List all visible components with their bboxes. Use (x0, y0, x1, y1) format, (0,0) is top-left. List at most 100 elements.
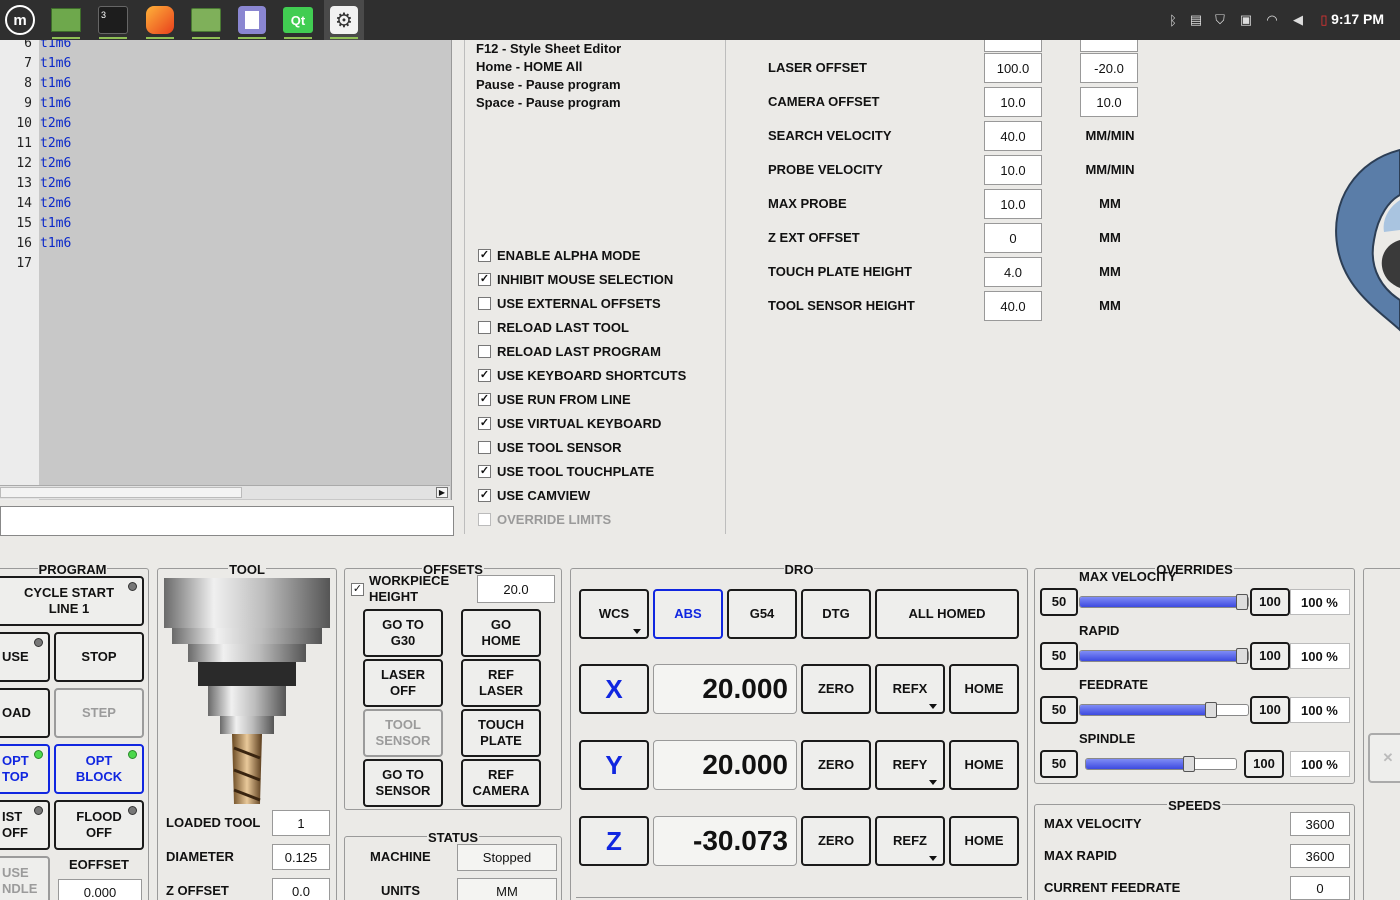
offset-setting-field[interactable]: 10.0 (984, 155, 1042, 185)
option-checkbox[interactable]: ✓ (478, 464, 491, 478)
taskbar-firefox[interactable] (140, 0, 180, 40)
override-slider[interactable] (1079, 594, 1249, 610)
ref-y-button[interactable]: REFY (875, 740, 945, 790)
offset-setting-field[interactable]: 10.0 (984, 189, 1042, 219)
loaded-tool-field[interactable]: 1 (272, 810, 330, 836)
ref-camera-button[interactable]: REF CAMERA (461, 759, 541, 807)
bluetooth-icon[interactable]: ᛒ (1164, 11, 1182, 29)
gcode-editor[interactable]: 6 t1m6 7 t1m6 8 t1m6 9 t1m6 10 t2m6 11 t2m6 12 t2m6 13… (0, 40, 452, 500)
update-icon[interactable]: ▣ (1237, 11, 1255, 29)
code-line[interactable]: t2m6 (40, 116, 71, 131)
option-checkbox[interactable]: ✓ (478, 416, 491, 430)
workpiece-height-field[interactable]: 20.0 (477, 575, 555, 603)
diameter-field[interactable]: 0.125 (272, 844, 330, 870)
offset-setting-field[interactable]: 0 (984, 223, 1042, 253)
cycle-start-button[interactable]: CYCLE START LINE 1 (0, 576, 144, 626)
code-line[interactable]: t2m6 (40, 136, 71, 151)
ref-laser-button[interactable]: REF LASER (461, 659, 541, 707)
shield-icon[interactable]: ⛉ (1211, 11, 1229, 29)
code-line[interactable]: t1m6 (40, 40, 71, 51)
override-slider-handle[interactable] (1204, 702, 1217, 718)
option-checkbox[interactable] (478, 320, 491, 334)
override-min-button[interactable]: 50 (1040, 588, 1078, 616)
wcs-button[interactable]: WCS (579, 589, 649, 639)
option-checkbox[interactable] (478, 512, 491, 526)
keyboard-toggle-button[interactable]: ✕ (1368, 733, 1400, 783)
taskbar-terminal[interactable]: 3 (93, 0, 133, 40)
code-line[interactable]: t1m6 (40, 216, 71, 231)
code-line[interactable]: t1m6 (40, 96, 71, 111)
offset-setting-field[interactable]: 10.0 (984, 87, 1042, 117)
mist-button[interactable]: IST OFF (0, 800, 50, 850)
option-checkbox[interactable]: ✓ (478, 368, 491, 382)
ref-z-button[interactable]: REFZ (875, 816, 945, 866)
override-max-button[interactable]: 100 (1250, 696, 1290, 724)
override-min-button[interactable]: 50 (1040, 750, 1078, 778)
scroll-right-arrow-icon[interactable]: ▶ (436, 487, 448, 498)
option-row[interactable]: USE EXTERNAL OFFSETS (478, 293, 661, 313)
offset-setting-field-2[interactable]: -20.0 (1080, 53, 1138, 83)
override-min-button[interactable]: 50 (1040, 642, 1078, 670)
option-row[interactable]: ✓ USE CAMVIEW (478, 485, 590, 505)
option-row[interactable]: RELOAD LAST PROGRAM (478, 341, 661, 361)
wifi-icon[interactable]: ◠ (1263, 11, 1281, 29)
zero-z-button[interactable]: ZERO (801, 816, 871, 866)
taskbar-desktop[interactable] (46, 0, 86, 40)
editor-horizontal-scrollbar[interactable]: ▶ (0, 485, 450, 499)
taskbar-qt[interactable]: Qt (278, 0, 318, 40)
home-x-button[interactable]: HOME (949, 664, 1019, 714)
option-row[interactable]: ✓ USE TOOL TOUCHPLATE (478, 461, 654, 481)
option-row[interactable]: RELOAD LAST TOOL (478, 317, 629, 337)
offset-field-partial[interactable] (1080, 40, 1138, 52)
option-checkbox[interactable]: ✓ (478, 488, 491, 502)
code-line[interactable]: t1m6 (40, 76, 71, 91)
override-min-button[interactable]: 50 (1040, 696, 1078, 724)
z-offset-field[interactable]: 0.0 (272, 878, 330, 900)
axis-y-button[interactable]: Y (579, 740, 649, 790)
option-checkbox[interactable] (478, 344, 491, 358)
home-y-button[interactable]: HOME (949, 740, 1019, 790)
workpiece-height-checkbox[interactable]: ✓ (351, 583, 364, 596)
override-slider[interactable] (1079, 648, 1249, 664)
dtg-button[interactable]: DTG (801, 589, 871, 639)
step-button[interactable]: STEP (54, 688, 144, 738)
code-line[interactable]: t1m6 (40, 236, 71, 251)
zero-x-button[interactable]: ZERO (801, 664, 871, 714)
go-to-g30-button[interactable]: GO TO G30 (363, 609, 443, 657)
eoffset-field[interactable]: 0.000 (58, 879, 142, 900)
opt-block-button[interactable]: OPT BLOCK (54, 744, 144, 794)
home-z-button[interactable]: HOME (949, 816, 1019, 866)
option-checkbox[interactable] (478, 296, 491, 310)
menu-button[interactable]: m (0, 0, 40, 40)
code-line[interactable]: t2m6 (40, 156, 71, 171)
option-checkbox[interactable]: ✓ (478, 392, 491, 406)
g54-button[interactable]: G54 (727, 589, 797, 639)
ref-x-button[interactable]: REFX (875, 664, 945, 714)
axis-x-button[interactable]: X (579, 664, 649, 714)
code-line[interactable]: t1m6 (40, 56, 71, 71)
code-line[interactable]: t2m6 (40, 196, 71, 211)
option-checkbox[interactable] (478, 440, 491, 454)
abs-button[interactable]: ABS (653, 589, 723, 639)
touch-plate-button[interactable]: TOUCH PLATE (461, 709, 541, 757)
clock[interactable]: 9:17 PM (1331, 11, 1384, 27)
tool-sensor-button[interactable]: TOOL SENSOR (363, 709, 443, 757)
option-checkbox[interactable]: ✓ (478, 248, 491, 262)
zero-y-button[interactable]: ZERO (801, 740, 871, 790)
option-row[interactable]: OVERRIDE LIMITS (478, 509, 611, 529)
taskbar-text-editor[interactable] (232, 0, 272, 40)
option-checkbox[interactable]: ✓ (478, 272, 491, 286)
offset-setting-field[interactable]: 40.0 (984, 121, 1042, 151)
axis-z-button[interactable]: Z (579, 816, 649, 866)
taskbar-files[interactable] (186, 0, 226, 40)
offset-setting-field[interactable]: 4.0 (984, 257, 1042, 287)
override-max-button[interactable]: 100 (1244, 750, 1284, 778)
option-row[interactable]: USE TOOL SENSOR (478, 437, 622, 457)
option-row[interactable]: ✓ ENABLE ALPHA MODE (478, 245, 640, 265)
option-row[interactable]: ✓ USE VIRTUAL KEYBOARD (478, 413, 661, 433)
stop-button[interactable]: STOP (54, 632, 144, 682)
option-row[interactable]: ✓ USE RUN FROM LINE (478, 389, 631, 409)
laser-off-button[interactable]: LASER OFF (363, 659, 443, 707)
override-slider-handle[interactable] (1236, 594, 1248, 610)
volume-icon[interactable]: ◀ (1289, 11, 1307, 29)
